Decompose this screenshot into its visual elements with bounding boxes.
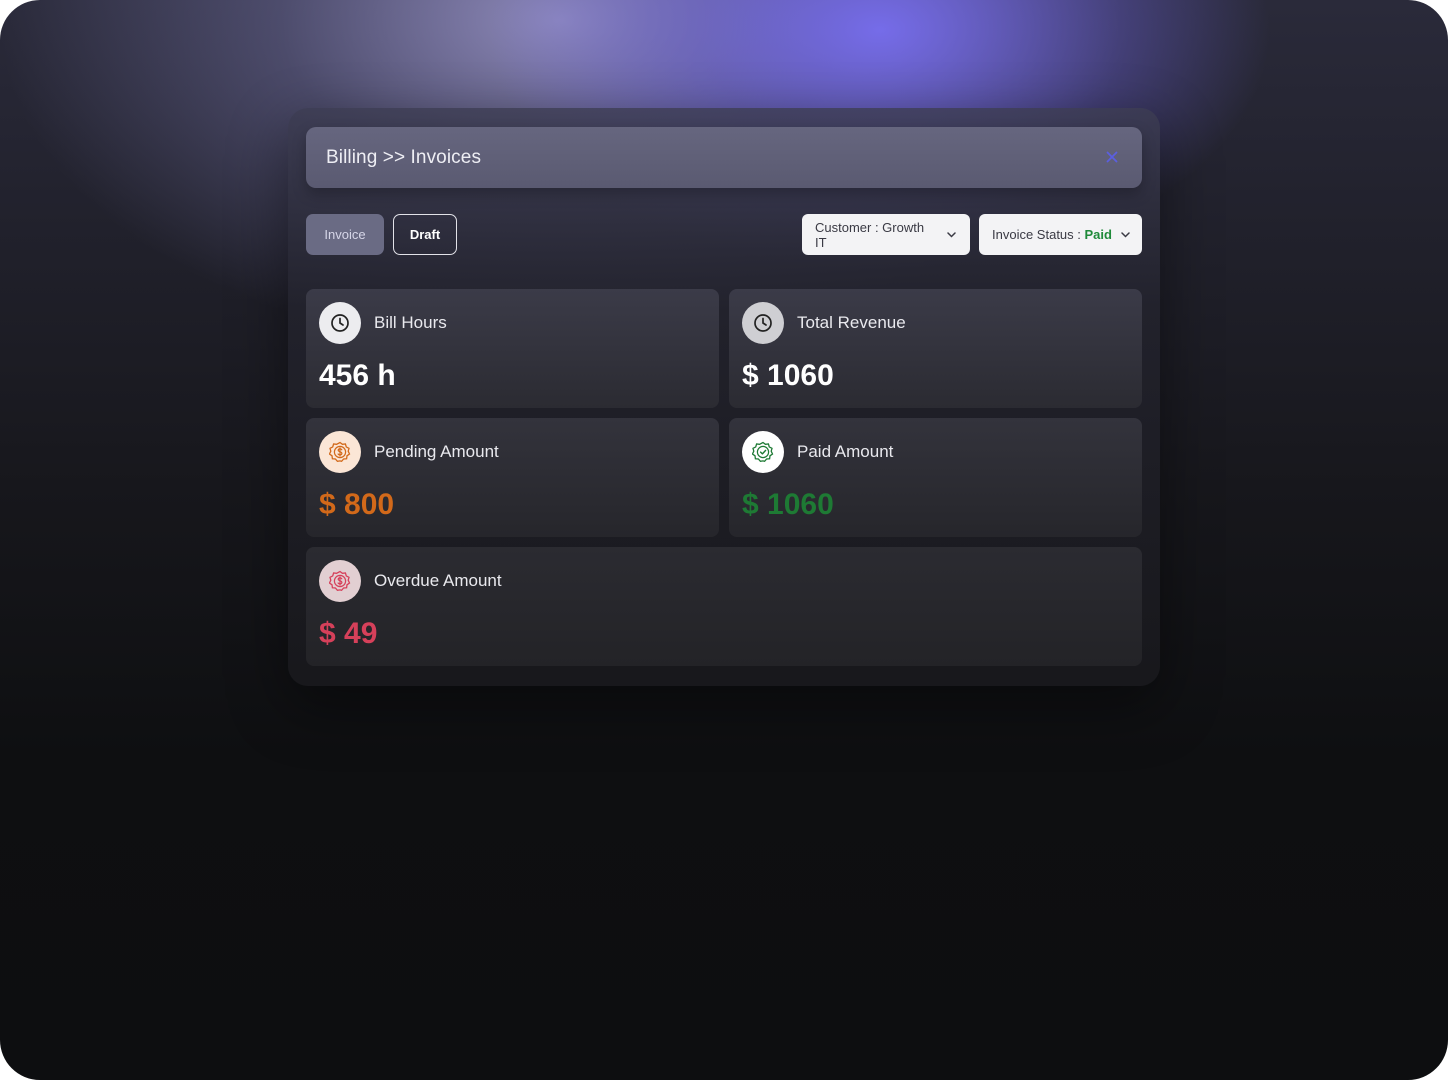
overdue-amount-label: Overdue Amount bbox=[374, 571, 502, 590]
chevron-down-icon bbox=[1121, 231, 1130, 238]
close-button[interactable] bbox=[1102, 147, 1122, 167]
total-revenue-card: Total Revenue $ 1060 bbox=[729, 289, 1142, 408]
bill-hours-value: 456 h bbox=[319, 359, 396, 392]
dollar-badge-icon bbox=[319, 431, 361, 473]
pending-amount-card: Pending Amount $ 800 bbox=[306, 418, 719, 537]
chevron-down-icon bbox=[947, 231, 956, 238]
invoices-panel: Billing >> Invoices Invoice Draft Custom… bbox=[288, 108, 1160, 686]
tab-draft-label: Draft bbox=[409, 227, 441, 242]
title-bar: Billing >> Invoices bbox=[306, 127, 1142, 188]
invoice-status-filter-dropdown[interactable]: Invoice Status : Paid bbox=[979, 214, 1142, 255]
clock-icon bbox=[742, 302, 784, 344]
app-screen: Billing >> Invoices Invoice Draft Custom… bbox=[0, 0, 1448, 1080]
total-revenue-value: $ 1060 bbox=[742, 359, 834, 392]
pending-amount-label: Pending Amount bbox=[374, 442, 499, 461]
clock-icon bbox=[319, 302, 361, 344]
paid-amount-value: $ 1060 bbox=[742, 488, 834, 521]
total-revenue-label: Total Revenue bbox=[797, 313, 906, 332]
paid-amount-label: Paid Amount bbox=[797, 442, 894, 461]
tab-draft[interactable]: Draft bbox=[393, 214, 457, 255]
customer-filter-dropdown[interactable]: Customer : Growth IT bbox=[802, 214, 970, 255]
status-filter-value: Paid bbox=[1084, 227, 1112, 242]
close-icon bbox=[1106, 151, 1118, 163]
tab-invoice-label: Invoice bbox=[324, 227, 366, 242]
paid-amount-card: Paid Amount $ 1060 bbox=[729, 418, 1142, 537]
status-filter-prefix: Invoice Status : bbox=[992, 227, 1085, 242]
overdue-amount-card: Overdue Amount $ 49 bbox=[306, 547, 1142, 666]
dollar-badge-icon bbox=[319, 560, 361, 602]
bill-hours-label: Bill Hours bbox=[374, 313, 447, 332]
pending-amount-value: $ 800 bbox=[319, 488, 395, 521]
check-badge-icon bbox=[742, 431, 784, 473]
overdue-amount-value: $ 49 bbox=[319, 617, 378, 650]
customer-filter-label: Customer : Growth IT bbox=[815, 219, 925, 250]
breadcrumb: Billing >> Invoices bbox=[326, 146, 482, 168]
bill-hours-card: Bill Hours 456 h bbox=[306, 289, 719, 408]
tab-invoice[interactable]: Invoice bbox=[306, 214, 384, 255]
